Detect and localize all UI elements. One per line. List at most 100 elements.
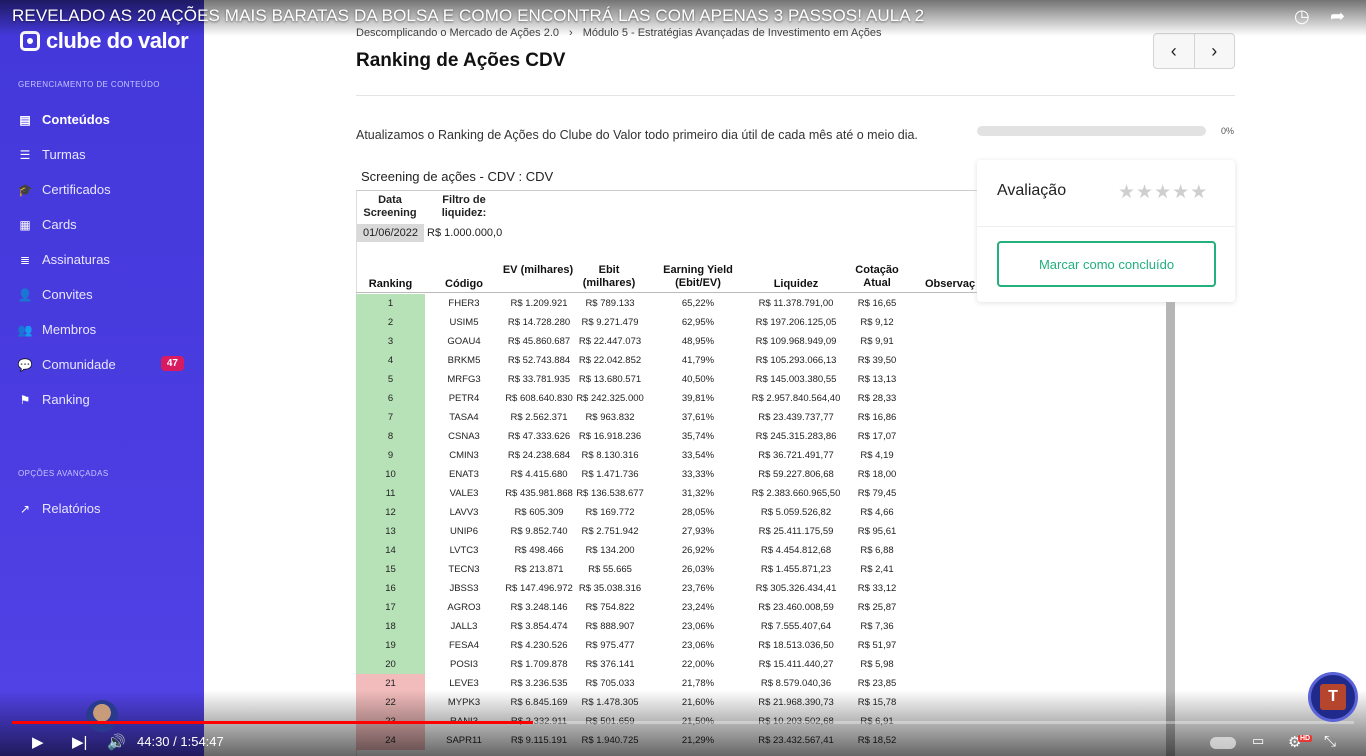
channel-watermark[interactable]: T	[1308, 672, 1358, 722]
sidebar-item-conteudos[interactable]: ▤ Conteúdos	[0, 102, 204, 137]
play-icon[interactable]: ▶	[32, 733, 44, 751]
previous-lesson-button[interactable]: ‹	[1154, 34, 1195, 68]
sidebar-item-ranking[interactable]: ⚑ Ranking	[0, 382, 204, 417]
seek-bar[interactable]	[12, 721, 1354, 724]
hd-badge: HD	[1298, 735, 1313, 742]
cell-price: R$ 2,41	[860, 564, 894, 575]
trend-icon: ↗	[19, 501, 31, 516]
share-icon[interactable]: ➦	[1330, 6, 1345, 27]
cell-earning-yield: 27,93%	[681, 526, 715, 537]
main-nav: ▤ Conteúdos ☰ Turmas 🎓 Certificados ▦ Cards ≣ Ass…	[0, 102, 204, 417]
subtitles-icon[interactable]: ▭	[1252, 733, 1264, 749]
sidebar-item-membros[interactable]: 👥 Membros	[0, 312, 204, 347]
cell-ebit: R$ 136.538.677	[576, 488, 644, 499]
sidebar-item-assinaturas[interactable]: ≣ Assinaturas	[0, 242, 204, 277]
ranking-table-body: 1 FHER3 R$ 1.209.921 R$ 789.133 65,22% R$ 11.…	[356, 294, 977, 750]
table-row: 17 AGRO3 R$ 3.248.146 R$ 754.822 23,24% R$ 23…	[356, 598, 977, 617]
star-icon[interactable]: ★	[1118, 181, 1135, 204]
cell-earning-yield: 23,24%	[681, 602, 715, 613]
cell-earning-yield: 39,81%	[681, 393, 715, 404]
cell-price: R$ 28,33	[857, 393, 897, 404]
sidebar-item-turmas[interactable]: ☰ Turmas	[0, 137, 204, 172]
col-header-ev: EV (milhares)	[502, 264, 574, 276]
intro-text: Atualizamos o Ranking de Ações do Clube …	[356, 128, 918, 142]
cell-ev: R$ 2.562.371	[510, 412, 568, 423]
cell-ebit: R$ 2.751.942	[581, 526, 639, 537]
cell-liquidity: R$ 59.227.806,68	[758, 469, 834, 480]
cell-liquidity: R$ 18.513.036,50	[758, 640, 834, 651]
cell-code: LVTC3	[449, 545, 479, 556]
rating-stars: ★ ★ ★ ★ ★	[1118, 181, 1207, 204]
cell-code: TECN3	[448, 564, 480, 575]
cell-ranking: 1	[356, 294, 425, 313]
sidebar-item-convites[interactable]: 👤 Convites	[0, 277, 204, 312]
table-row: 11 VALE3 R$ 435.981.868 R$ 136.538.677 31,32…	[356, 484, 977, 503]
watch-later-icon[interactable]: ◷	[1294, 6, 1310, 27]
cell-ranking: 13	[356, 522, 425, 541]
cell-ebit: R$ 9.271.479	[581, 317, 639, 328]
cell-earning-yield: 35,74%	[681, 431, 715, 442]
cell-ev: R$ 4.230.526	[510, 640, 568, 651]
cell-earning-yield: 23,06%	[681, 640, 715, 651]
cell-ev: R$ 9.852.740	[510, 526, 568, 537]
table-row: 14 LVTC3 R$ 498.466 R$ 134.200 26,92% R$ 4.45…	[356, 541, 977, 560]
mark-complete-button[interactable]: Marcar como concluído	[997, 241, 1216, 287]
cell-ranking: 14	[356, 541, 425, 560]
cell-ranking: 2	[356, 313, 425, 332]
sidebar-item-comunidade[interactable]: 💬 Comunidade 47	[0, 347, 204, 382]
cell-ranking: 12	[356, 503, 425, 522]
cell-liquidity: R$ 36.721.491,77	[758, 450, 834, 461]
cell-ranking: 4	[356, 351, 425, 370]
exit-fullscreen-icon[interactable]: ⤡	[1324, 733, 1336, 750]
stack-icon: ≣	[19, 252, 31, 267]
sheet-scrollbar[interactable]	[1166, 302, 1175, 756]
cell-ranking: 16	[356, 579, 425, 598]
star-icon[interactable]: ★	[1154, 181, 1171, 204]
cell-earning-yield: 23,06%	[681, 621, 715, 632]
cell-price: R$ 51,97	[857, 640, 897, 651]
cell-code: TASA4	[449, 412, 479, 423]
cell-ev: R$ 24.238.684	[507, 450, 571, 461]
sidebar-item-cards[interactable]: ▦ Cards	[0, 207, 204, 242]
page-title: Ranking de Ações CDV	[356, 50, 566, 71]
cell-liquidity: R$ 245.315.283,86	[755, 431, 837, 442]
advanced-nav: ↗ Relatórios	[0, 491, 204, 526]
col-header-liquidity: Liquidez	[773, 278, 819, 290]
sidebar-item-relatorios[interactable]: ↗ Relatórios	[0, 491, 204, 526]
cell-ranking: 11	[356, 484, 425, 503]
cell-code: GOAU4	[447, 336, 481, 347]
star-icon[interactable]: ★	[1136, 181, 1153, 204]
cell-price: R$ 4,66	[860, 507, 894, 518]
cell-liquidity: R$ 2.957.840.564,40	[751, 393, 841, 404]
chevron-left-icon: ‹	[1170, 40, 1177, 61]
table-row: 4 BRKM5 R$ 52.743.884 R$ 22.042.852 41,79% R$…	[356, 351, 977, 370]
cell-ranking: 18	[356, 617, 425, 636]
next-video-icon[interactable]: ▶|	[72, 733, 87, 751]
autoplay-toggle[interactable]	[1210, 737, 1236, 749]
cell-ranking: 17	[356, 598, 425, 617]
cell-price: R$ 39,50	[857, 355, 897, 366]
star-icon[interactable]: ★	[1172, 181, 1189, 204]
star-icon[interactable]: ★	[1190, 181, 1207, 204]
cell-ebit: R$ 169.772	[585, 507, 635, 518]
cell-ebit: R$ 376.141	[585, 659, 635, 670]
cell-earning-yield: 33,33%	[681, 469, 715, 480]
cell-code: USIM5	[449, 317, 479, 328]
flag-icon: ⚑	[19, 392, 31, 407]
cell-liquidity: R$ 105.293.066,13	[755, 355, 837, 366]
table-row: 19 FESA4 R$ 4.230.526 R$ 975.477 23,06% R$ 18…	[356, 636, 977, 655]
volume-icon[interactable]: 🔊	[107, 733, 126, 751]
cell-price: R$ 18,00	[857, 469, 897, 480]
sidebar-item-certificados[interactable]: 🎓 Certificados	[0, 172, 204, 207]
next-lesson-button[interactable]: ›	[1195, 34, 1235, 68]
user-plus-icon: 👤	[17, 287, 33, 302]
sidebar: clube do valor GERENCIAMENTO DE CONTEÚDO…	[0, 0, 204, 756]
liquidity-filter-label: Filtro de liquidez:	[441, 194, 487, 219]
table-row: 12 LAVV3 R$ 605.309 R$ 169.772 28,05% R$ 5.05…	[356, 503, 977, 522]
cell-earning-yield: 37,61%	[681, 412, 715, 423]
video-title[interactable]: REVELADO AS 20 AÇÕES MAIS BARATAS DA BOL…	[12, 6, 924, 26]
cell-price: R$ 16,86	[857, 412, 897, 423]
cell-code: PETR4	[448, 393, 480, 404]
cell-earning-yield: 48,95%	[681, 336, 715, 347]
document-icon: ▤	[19, 112, 31, 127]
